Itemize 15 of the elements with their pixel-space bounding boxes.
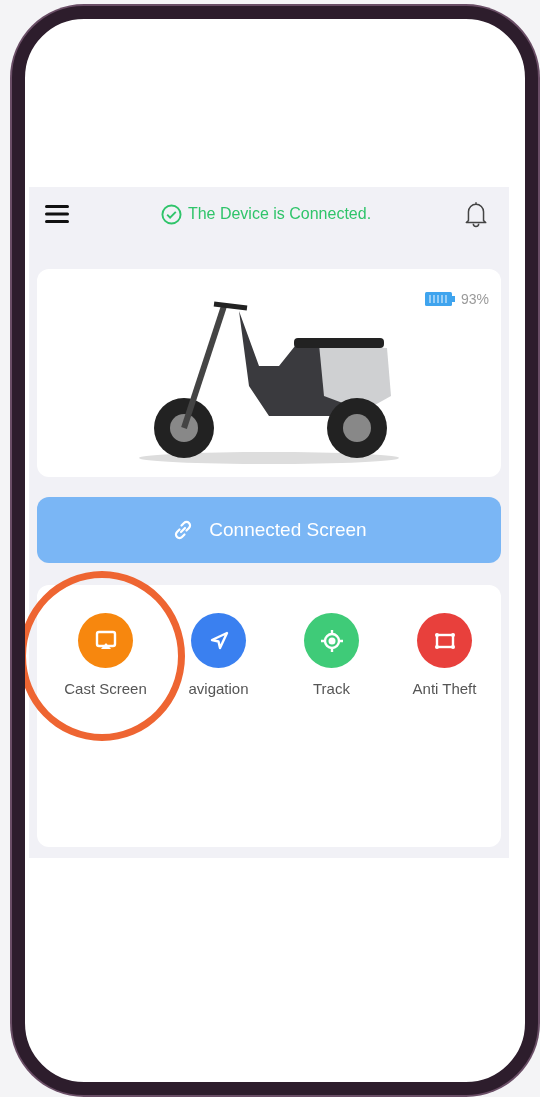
- connected-screen-button[interactable]: Connected Screen: [37, 497, 501, 563]
- check-circle-icon: [160, 203, 182, 225]
- battery-percentage: 93%: [460, 291, 489, 307]
- bell-icon[interactable]: [463, 200, 489, 228]
- connection-status: The Device is Connected.: [187, 205, 372, 223]
- action-button[interactable]: [191, 613, 246, 668]
- action-button[interactable]: [417, 613, 472, 668]
- battery-icon: [423, 291, 456, 307]
- action-button[interactable]: [78, 613, 133, 668]
- action-label: Anti Theft: [412, 680, 477, 697]
- action-label: avigation: [188, 680, 249, 697]
- action-label: Track: [313, 680, 350, 697]
- action-label: Cast Screen: [64, 680, 147, 697]
- menu-icon[interactable]: [45, 204, 69, 224]
- action-button[interactable]: [304, 613, 359, 668]
